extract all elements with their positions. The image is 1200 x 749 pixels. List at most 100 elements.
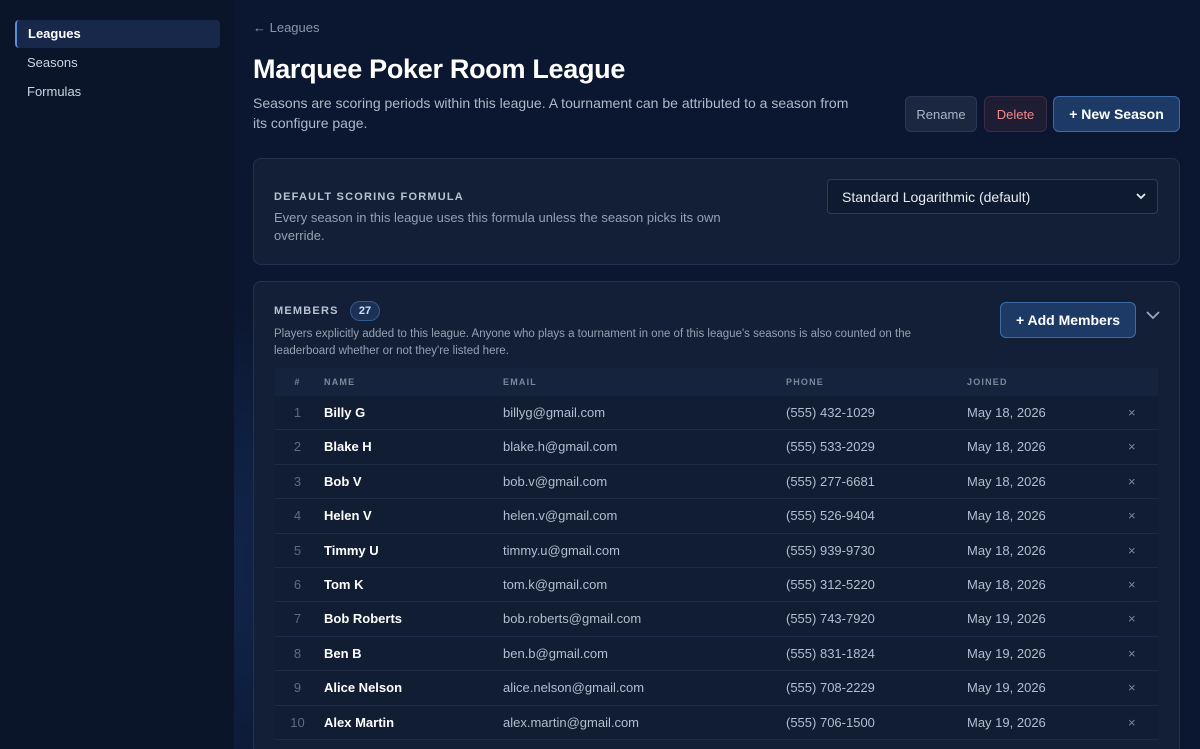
member-email: bob.v@gmail.com [503,473,608,489]
member-email: blake.h@gmail.com [503,439,618,455]
row-number: 5 [293,542,302,558]
member-email: alice.nelson@gmail.com [503,680,645,696]
column-header-phone: PHONE [786,377,825,387]
rename-button[interactable]: Rename [905,96,977,132]
formula-select[interactable]: Standard Logarithmic (default) [827,179,1158,214]
page-title: Marquee Poker Room League [253,54,626,84]
remove-member-icon[interactable]: × [1128,611,1136,626]
formula-heading: DEFAULT SCORING FORMULA [274,191,464,203]
row-number: 7 [293,611,302,627]
member-name: Billy G [324,405,366,420]
table-row: 8 Ben B ben.b@gmail.com (555) 831-1824 May 1… [275,636,1158,672]
table-row: 6 Tom K tom.k@gmail.com (555) 312-5220 May 1… [275,567,1158,603]
remove-member-icon[interactable]: × [1128,577,1136,592]
member-email: timmy.u@gmail.com [503,542,620,558]
member-phone: (555) 533-2029 [786,439,875,455]
sidebar-item-formulas[interactable]: Formulas [15,78,220,106]
chevron-down-icon [1136,193,1146,200]
member-name: Blake H [324,439,372,455]
member-phone: (555) 277-6681 [786,473,875,489]
member-phone: (555) 831-1824 [786,645,875,661]
column-header-name: NAME [324,377,356,387]
member-name: Bob V [324,473,362,489]
member-name: Helen V [324,508,372,524]
table-row: 3 Bob V bob.v@gmail.com (555) 277-6681 May 1… [275,464,1158,500]
sidebar-item-leagues[interactable]: Leagues [15,20,220,48]
table-row: 1 Billy G billyg@gmail.com (555) 432-1029 Ma… [275,396,1158,431]
member-joined-date: May 19, 2026 [967,611,1046,627]
row-number: 8 [293,645,302,661]
member-email: tom.k@gmail.com [503,576,608,592]
member-email: billyg@gmail.com [503,405,606,420]
chevron-down-icon[interactable] [1144,308,1162,322]
table-row: 5 Timmy U timmy.u@gmail.com (555) 939-9730 M… [275,533,1158,568]
members-table: # NAME EMAIL PHONE JOINED 1 Billy G billyg… [275,368,1158,740]
sidebar: Leagues Seasons Formulas [0,0,234,749]
row-number: 10 [290,714,305,730]
sidebar-item-seasons[interactable]: Seasons [15,49,220,77]
member-joined-date: May 18, 2026 [967,405,1046,420]
table-row: 7 Bob Roberts bob.roberts@gmail.com (555) 7… [275,602,1158,637]
member-email: ben.b@gmail.com [503,645,608,661]
row-number: 9 [293,680,302,696]
member-email: alex.martin@gmail.com [503,714,640,730]
member-joined-date: May 18, 2026 [967,439,1046,455]
member-phone: (555) 526-9404 [786,508,875,524]
members-count-badge: 27 [350,301,380,321]
member-phone: (555) 706-1500 [786,714,875,730]
column-header-joined: JOINED [967,377,1008,387]
formula-select-value: Standard Logarithmic (default) [842,188,1031,205]
member-joined-date: May 18, 2026 [967,508,1046,524]
new-season-button[interactable]: + New Season [1053,96,1180,132]
member-joined-date: May 19, 2026 [967,645,1046,661]
remove-member-icon[interactable]: × [1128,680,1136,695]
scoring-formula-card: DEFAULT SCORING FORMULA Every season in … [253,158,1180,265]
member-name: Timmy U [324,542,379,558]
member-email: bob.roberts@gmail.com [503,611,642,627]
member-joined-date: May 19, 2026 [967,680,1046,696]
table-row: 9 Alice Nelson alice.nelson@gmail.com (555)… [275,671,1158,706]
member-phone: (555) 312-5220 [786,576,875,592]
table-row: 2 Blake H blake.h@gmail.com (555) 533-2029 M… [275,430,1158,465]
member-name: Alice Nelson [324,680,403,696]
row-number: 1 [293,405,302,420]
column-header-email: EMAIL [503,377,537,387]
table-row: 10 Alex Martin alex.martin@gmail.com (555) … [275,705,1158,740]
members-heading: MEMBERS [274,305,339,317]
table-row: 4 Helen V helen.v@gmail.com (555) 526-9404 M… [275,499,1158,534]
page-description: Seasons are scoring periods within this … [253,95,849,131]
row-number: 2 [293,439,302,455]
member-joined-date: May 18, 2026 [967,473,1046,489]
add-members-button[interactable]: + Add Members [1000,302,1136,338]
formula-description: Every season in this league uses this fo… [274,210,721,243]
row-number: 3 [293,473,302,489]
remove-member-icon[interactable]: × [1128,543,1136,558]
member-name: Ben B [324,645,362,661]
members-card: MEMBERS 27 Players explicitly added to t… [253,281,1180,749]
remove-member-icon[interactable]: × [1128,405,1136,420]
member-phone: (555) 432-1029 [786,405,875,420]
remove-member-icon[interactable]: × [1128,474,1136,489]
members-description: Players explicitly added to this league.… [274,328,912,357]
member-email: helen.v@gmail.com [503,508,618,524]
member-name: Alex Martin [324,714,395,730]
remove-member-icon[interactable]: × [1128,715,1136,730]
member-joined-date: May 19, 2026 [967,714,1046,730]
table-header: # NAME EMAIL PHONE JOINED [275,368,1158,396]
member-phone: (555) 939-9730 [786,542,875,558]
member-phone: (555) 743-7920 [786,611,875,627]
member-name: Tom K [324,576,364,592]
member-joined-date: May 18, 2026 [967,576,1046,592]
table-body: 1 Billy G billyg@gmail.com (555) 432-1029 Ma… [275,396,1158,740]
remove-member-icon[interactable]: × [1128,508,1136,523]
member-name: Bob Roberts [324,611,402,627]
back-to-leagues-link[interactable]: ← Leagues [253,20,320,35]
row-number: 6 [293,576,302,592]
member-joined-date: May 18, 2026 [967,542,1046,558]
member-phone: (555) 708-2229 [786,680,875,696]
remove-member-icon[interactable]: × [1128,646,1136,661]
remove-member-icon[interactable]: × [1128,439,1136,454]
row-number: 4 [293,508,302,524]
delete-button[interactable]: Delete [984,96,1047,132]
column-header-number: # [294,377,301,387]
